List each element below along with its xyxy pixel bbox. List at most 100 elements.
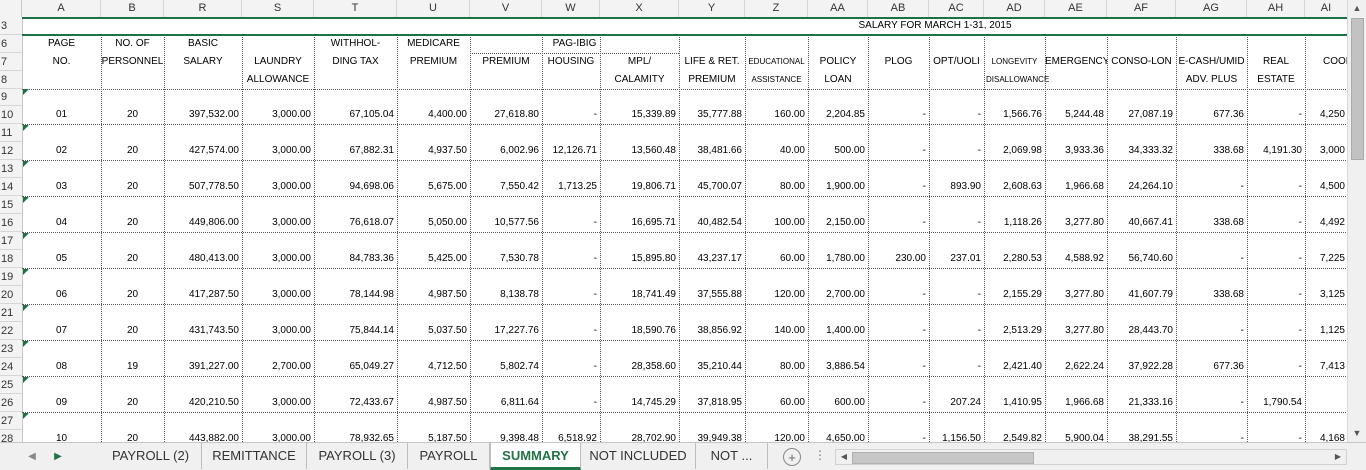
sheet-tab-not-included[interactable]: NOT INCLUDED — [581, 443, 696, 469]
cell-longevity[interactable]: 1,118.26 — [984, 214, 1045, 232]
cell-emergency[interactable]: 5,244.48 — [1045, 106, 1107, 124]
cell-ecash[interactable]: 677.36 — [1176, 106, 1247, 124]
spreadsheet-area[interactable]: A B R S T U V W X Y Z AA AB AC AD AE AF AG AH AI 3 6 7 8 9 10 11 1… — [0, 0, 1348, 442]
cell-ecash[interactable]: 338.68 — [1176, 142, 1247, 160]
cell-wtax[interactable]: 76,618.07 — [314, 214, 397, 232]
cell-policy[interactable]: 1,400.00 — [808, 322, 868, 340]
cell-policy[interactable]: 3,886.54 — [808, 358, 868, 376]
column-header-r[interactable]: R — [164, 0, 242, 17]
cell-laundry[interactable]: 3,000.00 — [242, 286, 314, 304]
cell-longevity[interactable]: 2,608.63 — [984, 178, 1045, 196]
cell-longevity[interactable]: 2,421.40 — [984, 358, 1045, 376]
cell-housing[interactable]: - — [542, 358, 600, 376]
cell-policy[interactable]: 2,150.00 — [808, 214, 868, 232]
horizontal-scroll-thumb[interactable] — [852, 452, 1034, 464]
cell-coop[interactable]: 7,225 — [1305, 250, 1348, 268]
column-header-a[interactable]: A — [22, 0, 101, 17]
cell-medi[interactable]: 4,400.00 — [397, 106, 470, 124]
row-header-8[interactable]: 8 — [0, 71, 22, 89]
cell-mpl[interactable]: 28,358.60 — [600, 358, 679, 376]
cell-laundry[interactable]: 3,000.00 — [242, 430, 314, 442]
cell-wtax[interactable]: 78,144.98 — [314, 286, 397, 304]
cell-real[interactable]: - — [1247, 214, 1305, 232]
scroll-up-icon[interactable]: ▲ — [1348, 0, 1366, 17]
cell-pers[interactable]: 20 — [101, 286, 164, 304]
cell-basic[interactable]: 480,413.00 — [164, 250, 242, 268]
column-header-ai[interactable]: AI — [1305, 0, 1348, 17]
cell-pers[interactable]: 20 — [101, 214, 164, 232]
row-header-22[interactable]: 22 — [0, 322, 22, 340]
scroll-left-icon[interactable]: ◀ — [837, 450, 851, 464]
cell-pers[interactable]: 19 — [101, 358, 164, 376]
cell-housing[interactable]: 1,713.25 — [542, 178, 600, 196]
cell-pers[interactable]: 20 — [101, 178, 164, 196]
cell-conso[interactable]: 56,740.60 — [1107, 250, 1176, 268]
cell-coop[interactable]: 4,168 — [1305, 430, 1348, 442]
row-header-20[interactable]: 20 — [0, 286, 22, 304]
triangle-right-icon[interactable]: ▶ — [50, 449, 66, 465]
cell-plog[interactable]: - — [868, 322, 929, 340]
cell-opt[interactable]: 893.90 — [929, 178, 984, 196]
column-header-b[interactable]: B — [101, 0, 164, 17]
cell-opt[interactable]: 237.01 — [929, 250, 984, 268]
cell-edu[interactable]: 40.00 — [745, 142, 808, 160]
cell-longevity[interactable]: 2,280.53 — [984, 250, 1045, 268]
cell-mpl[interactable]: 14,745.29 — [600, 394, 679, 412]
cell-laundry[interactable]: 3,000.00 — [242, 394, 314, 412]
cell-emergency[interactable]: 5,900.04 — [1045, 430, 1107, 442]
column-header-z[interactable]: Z — [745, 0, 808, 17]
row-header-28[interactable]: 28 — [0, 430, 22, 442]
scroll-right-icon[interactable]: ▶ — [1331, 450, 1345, 464]
cell-emergency[interactable]: 2,622.24 — [1045, 358, 1107, 376]
cell-real[interactable]: - — [1247, 286, 1305, 304]
cell-mpl[interactable]: 13,560.48 — [600, 142, 679, 160]
cell-page[interactable]: 03 — [22, 178, 101, 196]
cell-page[interactable]: 06 — [22, 286, 101, 304]
cell-conso[interactable]: 41,607.79 — [1107, 286, 1176, 304]
cell-basic[interactable]: 507,778.50 — [164, 178, 242, 196]
column-header-ad[interactable]: AD — [984, 0, 1045, 17]
cell-mpl[interactable]: 15,895.80 — [600, 250, 679, 268]
row-header-7[interactable]: 7 — [0, 53, 22, 71]
column-header-ac[interactable]: AC — [929, 0, 984, 17]
cell-emergency[interactable]: 3,277.80 — [1045, 286, 1107, 304]
cell-opt[interactable]: 1,156.50 — [929, 430, 984, 442]
column-header-af[interactable]: AF — [1107, 0, 1176, 17]
row-header-12[interactable]: 12 — [0, 142, 22, 160]
column-header-s[interactable]: S — [242, 0, 314, 17]
cell-conso[interactable]: 21,333.16 — [1107, 394, 1176, 412]
column-header-ah[interactable]: AH — [1247, 0, 1305, 17]
cell-life[interactable]: 43,237.17 — [679, 250, 745, 268]
cell-real[interactable]: - — [1247, 250, 1305, 268]
cell-plog[interactable]: - — [868, 286, 929, 304]
cell-real[interactable]: - — [1247, 430, 1305, 442]
triangle-left-icon[interactable]: ◀ — [24, 449, 40, 465]
cell-basic[interactable]: 449,806.00 — [164, 214, 242, 232]
cell-basic[interactable]: 431,743.50 — [164, 322, 242, 340]
row-header-16[interactable]: 16 — [0, 214, 22, 232]
row-header-24[interactable]: 24 — [0, 358, 22, 376]
cell-conso[interactable]: 27,087.19 — [1107, 106, 1176, 124]
cell-laundry[interactable]: 3,000.00 — [242, 178, 314, 196]
cell-medi[interactable]: 4,937.50 — [397, 142, 470, 160]
cell-opt[interactable]: - — [929, 286, 984, 304]
cell-page[interactable]: 07 — [22, 322, 101, 340]
column-header-aa[interactable]: AA — [808, 0, 868, 17]
cell-pers[interactable]: 20 — [101, 322, 164, 340]
row-header-23[interactable]: 23 — [0, 340, 22, 358]
column-header-u[interactable]: U — [397, 0, 470, 17]
column-header-t[interactable]: T — [314, 0, 397, 17]
cell-housing[interactable]: - — [542, 250, 600, 268]
cell-premium[interactable]: 6,002.96 — [470, 142, 542, 160]
cell-edu[interactable]: 120.00 — [745, 286, 808, 304]
cell-page[interactable]: 08 — [22, 358, 101, 376]
cell-pers[interactable]: 20 — [101, 250, 164, 268]
cell-laundry[interactable]: 3,000.00 — [242, 322, 314, 340]
cell-longevity[interactable]: 1,566.76 — [984, 106, 1045, 124]
cell-housing[interactable]: - — [542, 322, 600, 340]
cell-longevity[interactable]: 2,155.29 — [984, 286, 1045, 304]
cell-real[interactable]: - — [1247, 106, 1305, 124]
cell-real[interactable]: - — [1247, 358, 1305, 376]
cell-opt[interactable]: - — [929, 106, 984, 124]
cell-life[interactable]: 35,210.44 — [679, 358, 745, 376]
